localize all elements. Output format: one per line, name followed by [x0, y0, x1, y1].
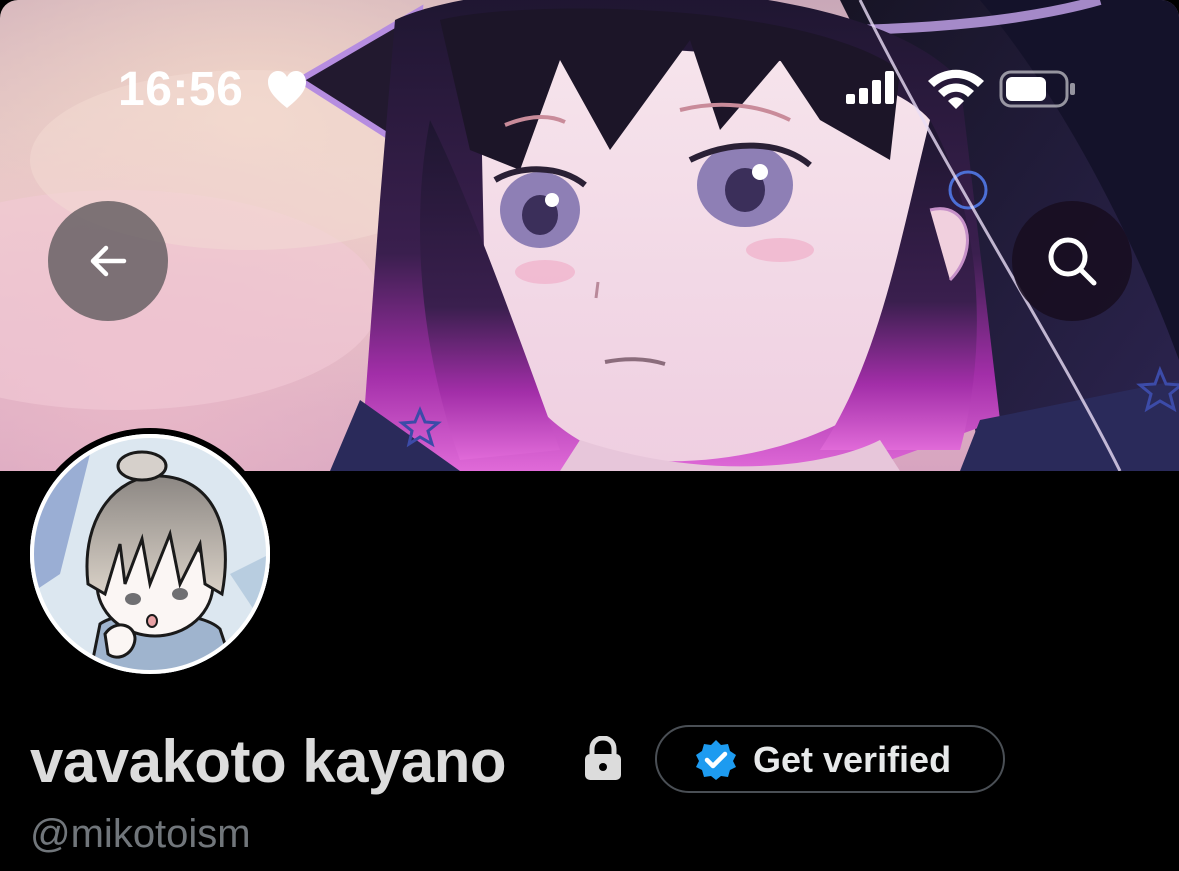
- cellular-signal-icon: [846, 71, 894, 104]
- profile-screen: 16:56 vavakoto kayano Get verified @miko…: [0, 0, 1179, 871]
- search-icon: [1048, 237, 1097, 286]
- lock-icon: [585, 736, 621, 780]
- heart-icon: [268, 71, 306, 108]
- search-button[interactable]: [1012, 201, 1132, 321]
- profile-avatar[interactable]: [24, 428, 276, 680]
- battery-icon: [999, 70, 1075, 108]
- profile-handle: @mikotoism: [30, 812, 251, 856]
- wifi-icon: [928, 69, 984, 109]
- verified-badge-icon: [696, 740, 736, 780]
- avatar-illustration: [30, 434, 270, 674]
- get-verified-label: Get verified: [753, 739, 952, 780]
- back-button[interactable]: [48, 201, 168, 321]
- profile-display-name: vavakoto kayano: [30, 728, 507, 795]
- status-time: 16:56: [118, 63, 244, 116]
- get-verified-button[interactable]: Get verified: [655, 725, 1005, 793]
- status-bar-icons: [846, 69, 1075, 109]
- arrow-left-icon: [90, 245, 127, 277]
